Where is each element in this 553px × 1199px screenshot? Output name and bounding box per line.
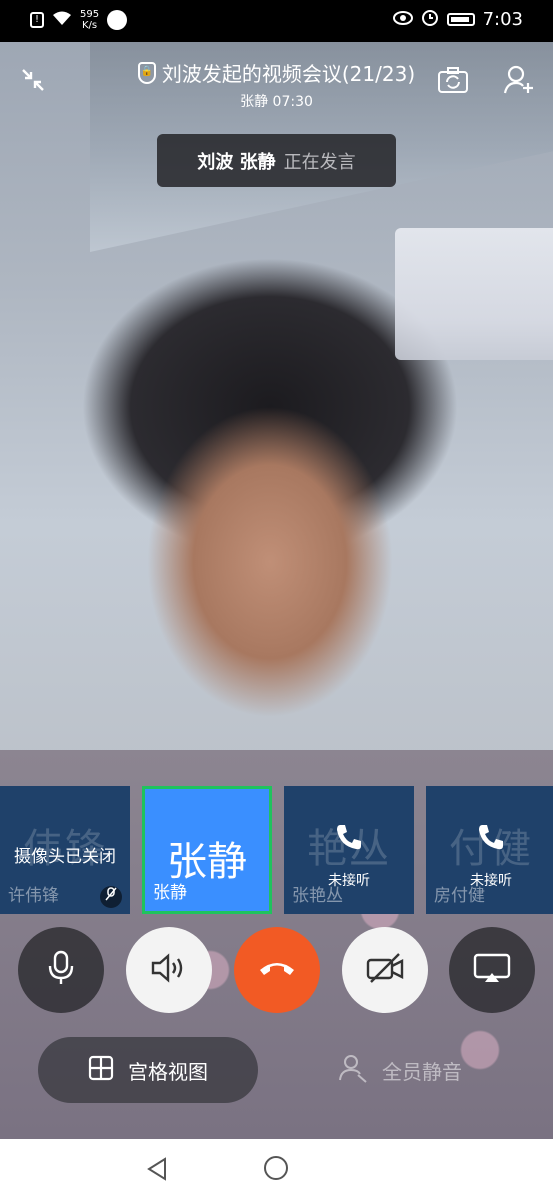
microphone-button[interactable] <box>18 927 104 1013</box>
camera-off-status: 摄像头已关闭 <box>14 847 116 867</box>
alarm-icon <box>421 8 439 31</box>
hang-up-button[interactable] <box>234 927 320 1013</box>
meeting-header: 🔒 刘波发起的视频会议(21/23) 张静 07:30 <box>0 58 553 111</box>
speaking-names: 刘波 张静 <box>197 151 276 173</box>
network-speed-value: 595 <box>80 9 100 20</box>
participant-tile[interactable]: 伟锋 摄像头已关闭 许伟锋 <box>0 786 130 914</box>
phone-icon <box>284 822 414 859</box>
meeting-title: 刘波发起的视频会议(21/23) <box>161 62 416 86</box>
participant-name: 房付健 <box>434 886 485 906</box>
mic-muted-icon <box>100 886 122 908</box>
mute-all-button[interactable]: 全员静音 <box>338 1050 462 1090</box>
speaking-status: 正在发言 <box>283 151 356 173</box>
hang-up-icon <box>257 958 297 982</box>
status-time: 7:03 <box>482 9 523 30</box>
speaker-button[interactable] <box>126 927 212 1013</box>
status-right: 7:03 <box>392 8 523 31</box>
participant-tile-active[interactable]: 张静 张静 <box>142 786 272 914</box>
mute-all-label: 全员静音 <box>382 1059 462 1084</box>
screen-cast-button[interactable] <box>449 927 535 1013</box>
participant-tile[interactable]: 付健 未接听 房付健 <box>426 786 553 914</box>
wifi-icon <box>52 10 72 31</box>
status-bar: ! 595 K/s 7:03 <box>0 0 553 42</box>
mute-all-icon <box>338 1053 368 1088</box>
shield-icon: 🔒 <box>137 61 156 84</box>
camera-switch-icon[interactable] <box>437 66 469 98</box>
speaking-indicator: 刘波 张静 正在发言 <box>157 134 396 187</box>
grid-icon <box>88 1055 114 1086</box>
camera-toggle-button[interactable] <box>342 927 428 1013</box>
meeting-title-row: 🔒 刘波发起的视频会议(21/23) <box>0 58 553 87</box>
battery-icon <box>446 13 475 26</box>
participant-name: 张静 <box>153 883 187 903</box>
add-participant-icon[interactable] <box>503 64 535 100</box>
system-nav-bar <box>0 1139 553 1199</box>
app-notification-icon <box>107 10 128 30</box>
grid-view-button[interactable]: 宫格视图 <box>38 1037 258 1103</box>
participant-tile[interactable]: 艳丛 未接听 张艳丛 <box>284 786 414 914</box>
participant-strip: 伟锋 摄像头已关闭 许伟锋 张静 张静 艳丛 未接听 张艳丛 付健 未接听 房付… <box>0 786 553 914</box>
network-speed: 595 K/s <box>80 9 99 31</box>
camera-off-icon <box>365 952 405 988</box>
eye-icon <box>392 9 413 30</box>
status-left: ! 595 K/s <box>30 9 128 31</box>
home-icon[interactable] <box>264 1156 288 1180</box>
microphone-icon <box>47 950 75 990</box>
video-air-conditioner <box>395 228 553 360</box>
participant-name: 张艳丛 <box>292 886 343 906</box>
participant-name: 许伟锋 <box>8 886 59 906</box>
sim-alert-icon: ! <box>30 12 44 28</box>
speaker-icon <box>150 953 188 987</box>
meeting-subtitle: 张静 07:30 <box>240 94 313 110</box>
network-speed-unit: K/s <box>81 20 98 31</box>
phone-icon <box>426 822 553 859</box>
back-icon[interactable] <box>146 1157 168 1185</box>
screen-cast-icon <box>472 952 512 988</box>
grid-view-label: 宫格视图 <box>128 1059 208 1084</box>
